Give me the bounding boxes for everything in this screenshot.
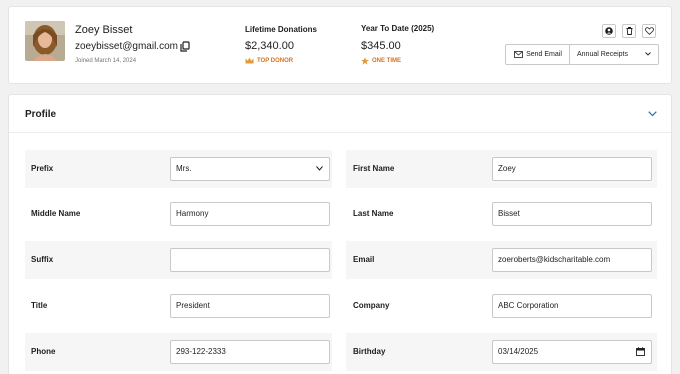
profile-view-button[interactable] [602, 24, 616, 38]
heart-icon [644, 27, 654, 35]
middle-name-label: Middle Name [31, 209, 81, 218]
suffix-row: Suffix [25, 241, 332, 279]
donor-avatar [25, 21, 65, 61]
title-input[interactable]: President [170, 294, 330, 318]
profile-panel-header[interactable]: Profile [9, 95, 671, 133]
first-name-input[interactable]: Zoey [492, 157, 652, 181]
birthday-label: Birthday [353, 347, 386, 356]
phone-value: 293-122-2333 [176, 347, 226, 356]
title-label: Title [31, 301, 48, 310]
first-name-row: First Name Zoey [346, 150, 657, 188]
chevron-down-icon[interactable] [648, 111, 657, 117]
prefix-value: Mrs. [176, 164, 192, 173]
lifetime-donations-value: $2,340.00 [245, 40, 294, 52]
company-row: Company ABC Corporation [346, 287, 657, 325]
phone-row: Phone 293-122-2333 [25, 333, 332, 371]
ytd-value: $345.00 [361, 40, 401, 52]
ytd-label: Year To Date (2025) [361, 24, 435, 33]
top-donor-badge: TOP DONOR [245, 57, 293, 64]
profile-panel: Profile Prefix Mrs. First Name Zoey Midd… [8, 94, 672, 374]
email-label: Email [353, 255, 375, 264]
delete-button[interactable] [622, 24, 636, 38]
suffix-label: Suffix [31, 255, 54, 264]
company-label: Company [353, 301, 390, 310]
star-icon [361, 57, 369, 65]
company-input[interactable]: ABC Corporation [492, 294, 652, 318]
user-circle-icon [605, 27, 613, 35]
chevron-down-icon [645, 52, 651, 56]
send-email-label: Send Email [526, 51, 562, 58]
favorite-button[interactable] [642, 24, 656, 38]
middle-name-input[interactable]: Harmony [170, 202, 330, 226]
first-name-label: First Name [353, 164, 395, 173]
copy-icon[interactable] [180, 41, 190, 52]
birthday-input[interactable]: 03/14/2025 [492, 340, 652, 364]
calendar-icon[interactable] [636, 347, 645, 356]
last-name-row: Last Name Bisset [346, 195, 657, 233]
donor-email: zoeybisset@gmail.com [75, 41, 178, 52]
birthday-row: Birthday 03/14/2025 [346, 333, 657, 371]
last-name-input[interactable]: Bisset [492, 202, 652, 226]
one-time-badge: ONE TIME [361, 57, 401, 65]
first-name-value: Zoey [498, 164, 516, 173]
joined-date: Joined March 14, 2024 [75, 58, 137, 64]
one-time-badge-label: ONE TIME [372, 58, 402, 64]
email-value: zoeroberts@kidscharitable.com [498, 255, 611, 264]
last-name-value: Bisset [498, 209, 520, 218]
email-row: Email zoeroberts@kidscharitable.com [346, 241, 657, 279]
annual-receipts-label: Annual Receipts [577, 51, 628, 58]
middle-name-value: Harmony [176, 209, 209, 218]
company-value: ABC Corporation [498, 301, 559, 310]
title-row: Title President [25, 287, 332, 325]
send-email-button[interactable]: Send Email [505, 44, 571, 65]
prefix-row: Prefix Mrs. [25, 150, 332, 188]
envelope-icon [514, 51, 523, 58]
middle-name-row: Middle Name Harmony [25, 195, 332, 233]
last-name-label: Last Name [353, 209, 394, 218]
donor-summary-card: Zoey Bisset zoeybisset@gmail.com Joined … [8, 6, 672, 84]
donor-name: Zoey Bisset [75, 24, 133, 36]
trash-icon [626, 27, 632, 35]
crown-icon [245, 57, 254, 64]
prefix-label: Prefix [31, 164, 54, 173]
email-input[interactable]: zoeroberts@kidscharitable.com [492, 248, 652, 272]
suffix-input[interactable] [170, 248, 330, 272]
lifetime-donations-label: Lifetime Donations [245, 25, 318, 34]
prefix-select[interactable]: Mrs. [170, 157, 330, 181]
top-donor-badge-label: TOP DONOR [257, 57, 294, 64]
profile-title: Profile [25, 109, 57, 120]
title-value: President [176, 301, 210, 310]
chevron-down-icon [316, 166, 323, 171]
phone-input[interactable]: 293-122-2333 [170, 340, 330, 364]
phone-label: Phone [31, 347, 56, 356]
birthday-value: 03/14/2025 [498, 347, 539, 356]
annual-receipts-select[interactable]: Annual Receipts [569, 44, 659, 65]
